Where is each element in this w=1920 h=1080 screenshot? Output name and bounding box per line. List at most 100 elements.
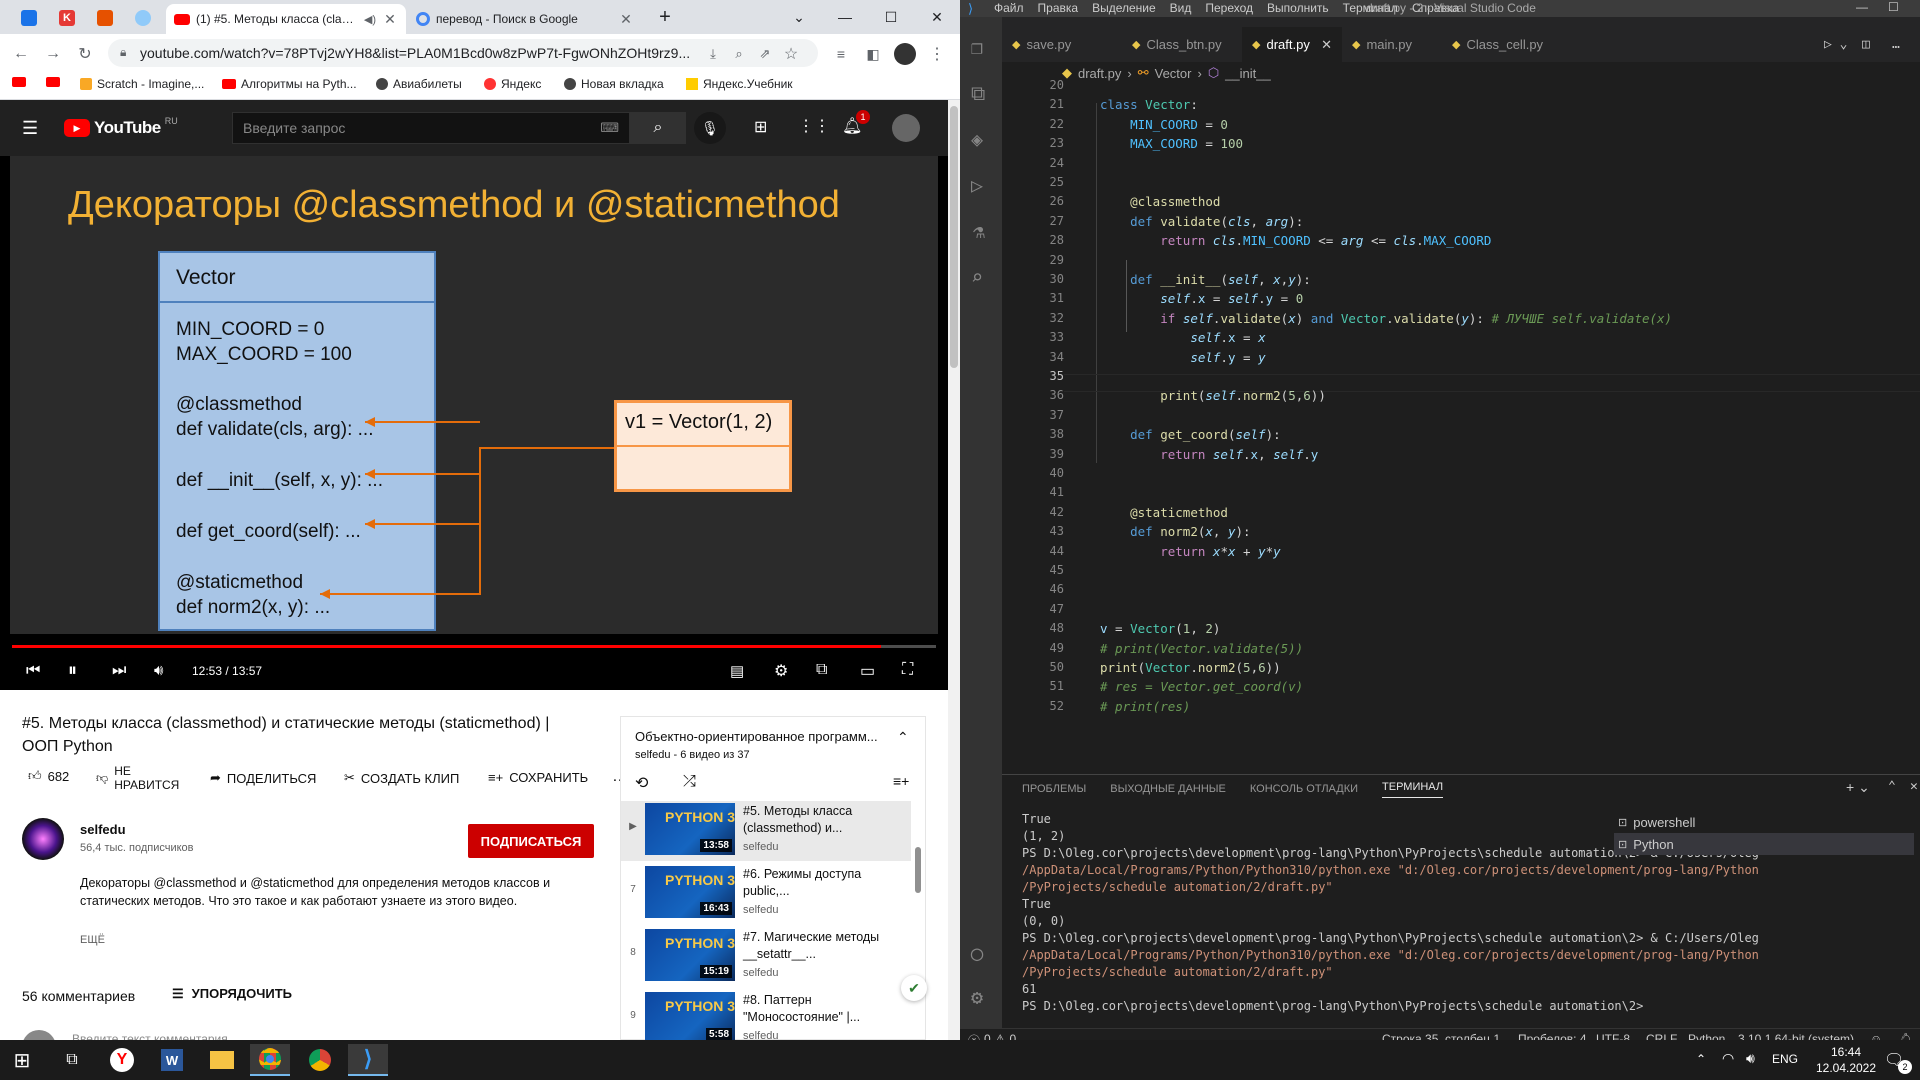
like-button[interactable]: 👍︎ 682 [28,768,69,784]
bookmark-star-icon[interactable]: ☆ [778,41,804,67]
loop-icon[interactable]: ⟲ [635,773,648,793]
shield-icon[interactable]: ✔ [901,975,927,1001]
file-explorer-icon[interactable] [202,1044,242,1076]
language-indicator[interactable]: ENG [1772,1052,1798,1066]
shuffle-icon[interactable]: ⤮ [683,773,696,791]
fullscreen-icon[interactable]: ⛶ [902,661,913,679]
channel-avatar[interactable] [22,818,64,860]
back-button[interactable]: ← [8,41,34,67]
extensions-icon[interactable]: ⧉ [971,81,985,105]
chrome-icon[interactable] [250,1044,290,1076]
explorer-icon[interactable]: ❐ [971,35,983,59]
minimize-button[interactable]: — [822,0,868,34]
pinned-tab-k[interactable]: K [52,4,82,32]
menu-item[interactable]: Правка [1038,1,1079,15]
video-player[interactable]: Декораторы @classmethod и @staticmethod … [0,156,948,690]
audio-icon[interactable]: ◀) [364,13,376,26]
editor-tab[interactable]: ◆ save.py [1002,27,1102,62]
close-tab-icon[interactable]: ✕ [382,11,398,28]
close-tab-icon[interactable]: ✕ [618,11,634,28]
bookmark-new-tab[interactable]: Новая вкладка [564,77,664,91]
panel-tab[interactable]: ВЫХОДНЫЕ ДАННЫЕ [1110,783,1226,795]
bookmark-yandex-uchebnik[interactable]: Яндекс.Учебник [686,77,793,91]
terminal-output[interactable]: True (1, 2) PS D:\Oleg.cor\projects\develo… [1022,811,1759,1015]
vscode-taskbar-icon[interactable]: ⟩ [348,1044,388,1076]
list-item[interactable]: 8 PYTHON 3 15:19 #7. Магические методы __se… [621,927,911,987]
share-button[interactable]: ➦ ПОДЕЛИТЬСЯ [210,770,316,786]
playlist-scrollbar[interactable] [915,847,921,893]
account-icon[interactable]: ◯ [971,941,983,965]
collapse-playlist-icon[interactable]: ⌃ [897,729,909,746]
zoom-icon[interactable]: ⌕ [726,41,752,67]
menu-item[interactable]: Выполнить [1267,1,1329,15]
maximize-button[interactable]: ☐ [1888,0,1899,14]
bookmark-algorithms[interactable]: Алгоритмы на Pyth... [222,77,357,91]
list-item[interactable]: 9 PYTHON 3 5:58 #8. Паттерн "Моносостояние"… [621,990,911,1040]
editor-tab[interactable]: ◆ main.py [1342,27,1442,62]
new-terminal-icon[interactable]: + ⌄ [1846,779,1870,796]
testing-icon[interactable]: ⚗ [973,219,985,243]
editor-tab[interactable]: ◆ draft.py ✕ [1242,27,1342,62]
pinned-tab-bird[interactable] [128,4,158,32]
minimize-button[interactable]: — [1856,0,1868,14]
run-icon[interactable]: ▷ ⌄ [1824,37,1847,52]
layers-icon[interactable]: ◈ [971,127,983,151]
maximize-panel-icon[interactable]: ⌃ [1888,779,1896,794]
share-icon[interactable]: ⇗ [752,41,778,67]
problems-status[interactable]: ⓧ0 ⚠0 [968,1032,1016,1040]
search-input[interactable]: Введите запрос ⌨ [232,112,630,144]
tray-chevron-icon[interactable]: ⌃ [1696,1052,1706,1066]
list-item[interactable]: ▶ PYTHON 3 13:58 #5. Методы класса (classme… [621,801,911,861]
pinned-tab-play[interactable] [90,4,120,32]
more-actions-icon[interactable]: … [1892,37,1900,52]
encoding-status[interactable]: UTF-8 [1596,1032,1630,1040]
forward-button[interactable]: → [40,41,66,67]
panel-tab[interactable]: ТЕРМИНАЛ [1382,781,1444,798]
cursor-position[interactable]: Строка 35, столбец 1 [1382,1032,1500,1040]
pause-icon[interactable]: ⏸ [68,660,77,681]
panel-tab[interactable]: КОНСОЛЬ ОТЛАДКИ [1250,783,1358,795]
next-icon[interactable]: ⏭ [112,662,126,680]
voice-search-button[interactable]: 🎙︎ [694,112,726,144]
subtitles-icon[interactable]: ▤ [730,662,744,680]
video-thumbnail[interactable]: PYTHON 3 16:43 [645,866,735,918]
editor-tab[interactable]: ◆ Class_btn.py [1122,27,1222,62]
bookmark-youtube-1[interactable] [12,77,26,87]
yandex-browser-icon[interactable]: Y [102,1044,142,1076]
menu-item[interactable]: Файл [994,1,1024,15]
panel-tab[interactable]: ПРОБЛЕМЫ [1022,783,1086,795]
video-thumbnail[interactable]: PYTHON 3 5:58 [645,992,735,1040]
new-tab-button[interactable]: + [642,0,688,34]
windows-start-icon[interactable]: ⊞ [2,1044,42,1076]
menu-icon[interactable]: ☰ [22,118,38,139]
page-scrollbar[interactable] [948,100,960,1040]
save-button[interactable]: ≡+ СОХРАНИТЬ [488,770,588,785]
code-editor[interactable]: 20 21 class Vector: 22 MIN_COORD = 0 23 MAX_… [1002,78,1920,774]
keyboard-icon[interactable]: ⌨ [600,120,619,136]
chrome-second-icon[interactable] [300,1044,340,1076]
bell-icon[interactable]: 🔔︎ [1898,1032,1913,1040]
install-icon[interactable]: ⤓ [700,41,726,67]
settings-icon[interactable]: ⚙ [774,661,788,681]
youtube-logo[interactable]: ▶ YouTube RU [64,116,178,138]
volume-icon[interactable]: 🔊︎ [154,662,163,679]
indentation-status[interactable]: Пробелов: 4 [1518,1032,1587,1040]
profile-avatar[interactable] [892,41,918,67]
subscribe-button[interactable]: ПОДПИСАТЬСЯ [468,824,594,858]
menu-item[interactable]: Выделение [1092,1,1156,15]
chrome-menu-icon[interactable]: ⋮ [924,41,950,67]
maximize-button[interactable]: ☐ [868,0,914,34]
apps-icon[interactable]: ⋮⋮ [798,116,830,136]
previous-icon[interactable]: ⏮ [26,662,40,680]
task-view-icon[interactable]: ⧉ [52,1044,92,1076]
show-more-button[interactable]: ЕЩЁ [80,934,105,946]
video-thumbnail[interactable]: PYTHON 3 13:58 [645,803,735,855]
close-window-button[interactable]: ✕ [914,0,960,34]
manage-gear-icon[interactable]: ⚙ [971,985,983,1009]
bookmark-flights[interactable]: Авиабилеты [376,77,462,91]
terminal-list-item[interactable]: ⊡ powershell [1614,811,1914,833]
search-icon[interactable]: ⌕ [971,265,983,289]
menu-item[interactable]: Переход [1205,1,1253,15]
progress-bar[interactable] [12,645,936,648]
close-panel-icon[interactable]: ✕ [1910,779,1918,794]
